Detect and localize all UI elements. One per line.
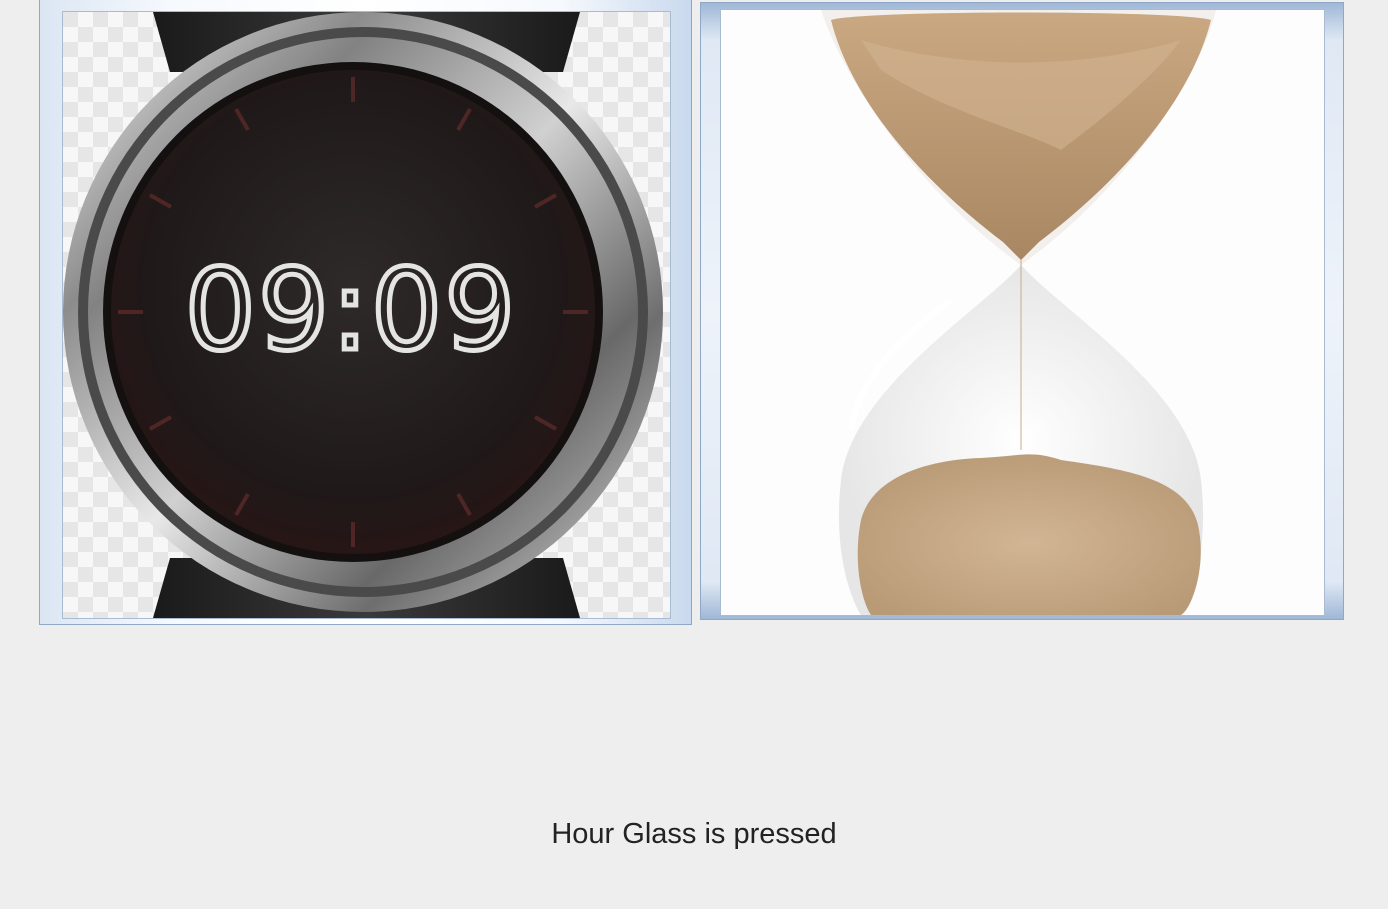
watch-display-time: 09:09 xyxy=(185,246,518,376)
status-label: Hour Glass is pressed xyxy=(551,818,837,850)
hourglass-image xyxy=(720,9,1325,616)
watch-icon: 09:09 xyxy=(63,12,670,618)
hourglass-icon xyxy=(721,10,1324,615)
watch-image: 09:09 xyxy=(62,11,671,619)
app-window: 09:09 Hour Glass is pressed xyxy=(0,0,1388,909)
hourglass-button[interactable] xyxy=(700,2,1344,620)
watch-button[interactable]: 09:09 xyxy=(39,0,692,625)
